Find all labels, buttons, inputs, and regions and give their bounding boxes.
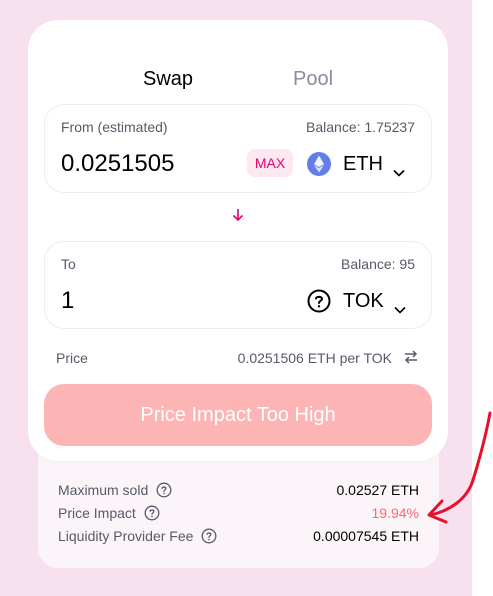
ethereum-icon (307, 152, 331, 176)
maximum-sold-label: Maximum sold (58, 482, 149, 498)
tab-swap[interactable]: Swap (143, 68, 193, 91)
invert-price-icon[interactable] (402, 348, 420, 366)
help-circle-icon[interactable] (156, 482, 172, 498)
tab-bar: Swap Pool (28, 68, 448, 92)
from-field: From (estimated) Balance: 1.75237 MAX ET… (44, 104, 432, 193)
chevron-down-icon (393, 160, 405, 177)
maximum-sold-value: 0.02527 ETH (336, 482, 420, 498)
price-impact-label: Price Impact (58, 505, 136, 521)
help-circle-icon[interactable] (144, 505, 160, 521)
max-button[interactable]: MAX (247, 149, 293, 177)
from-label: From (estimated) (61, 119, 168, 135)
chevron-down-icon (394, 297, 406, 314)
price-impact-value: 19.94% (371, 505, 419, 521)
from-balance: Balance: 1.75237 (306, 119, 415, 135)
from-amount-input[interactable] (61, 149, 241, 179)
lp-fee-value: 0.00007545 ETH (313, 528, 419, 544)
to-token-symbol: TOK (343, 289, 384, 312)
lp-fee-label: Liquidity Provider Fee (58, 528, 194, 544)
from-token-select[interactable]: ETH (307, 149, 405, 179)
price-impact-row: Price Impact 19.94% (58, 503, 419, 523)
price-impact-label-group: Price Impact (58, 505, 160, 521)
maximum-sold-label-group: Maximum sold (58, 482, 172, 498)
to-balance: Balance: 95 (341, 256, 415, 272)
unknown-token-icon (307, 289, 331, 313)
to-token-select[interactable]: TOK (307, 286, 406, 316)
to-field: To Balance: 95 TOK (44, 241, 432, 329)
to-label: To (61, 256, 76, 272)
maximum-sold-row: Maximum sold 0.02527 ETH (58, 480, 419, 500)
price-label: Price (56, 350, 88, 366)
to-amount-input[interactable] (61, 286, 241, 316)
tab-pool[interactable]: Pool (293, 68, 333, 91)
from-token-symbol: ETH (343, 152, 383, 175)
price-row: Price 0.0251506 ETH per TOK (56, 348, 420, 368)
lp-fee-label-group: Liquidity Provider Fee (58, 528, 217, 544)
liquidity-provider-fee-row: Liquidity Provider Fee 0.00007545 ETH (58, 526, 419, 546)
arrow-down-icon[interactable] (230, 207, 246, 223)
price-impact-too-high-button[interactable]: Price Impact Too High (44, 384, 432, 446)
price-value: 0.0251506 ETH per TOK (237, 350, 392, 366)
annotation-arrow (427, 411, 492, 524)
help-circle-icon[interactable] (201, 528, 217, 544)
